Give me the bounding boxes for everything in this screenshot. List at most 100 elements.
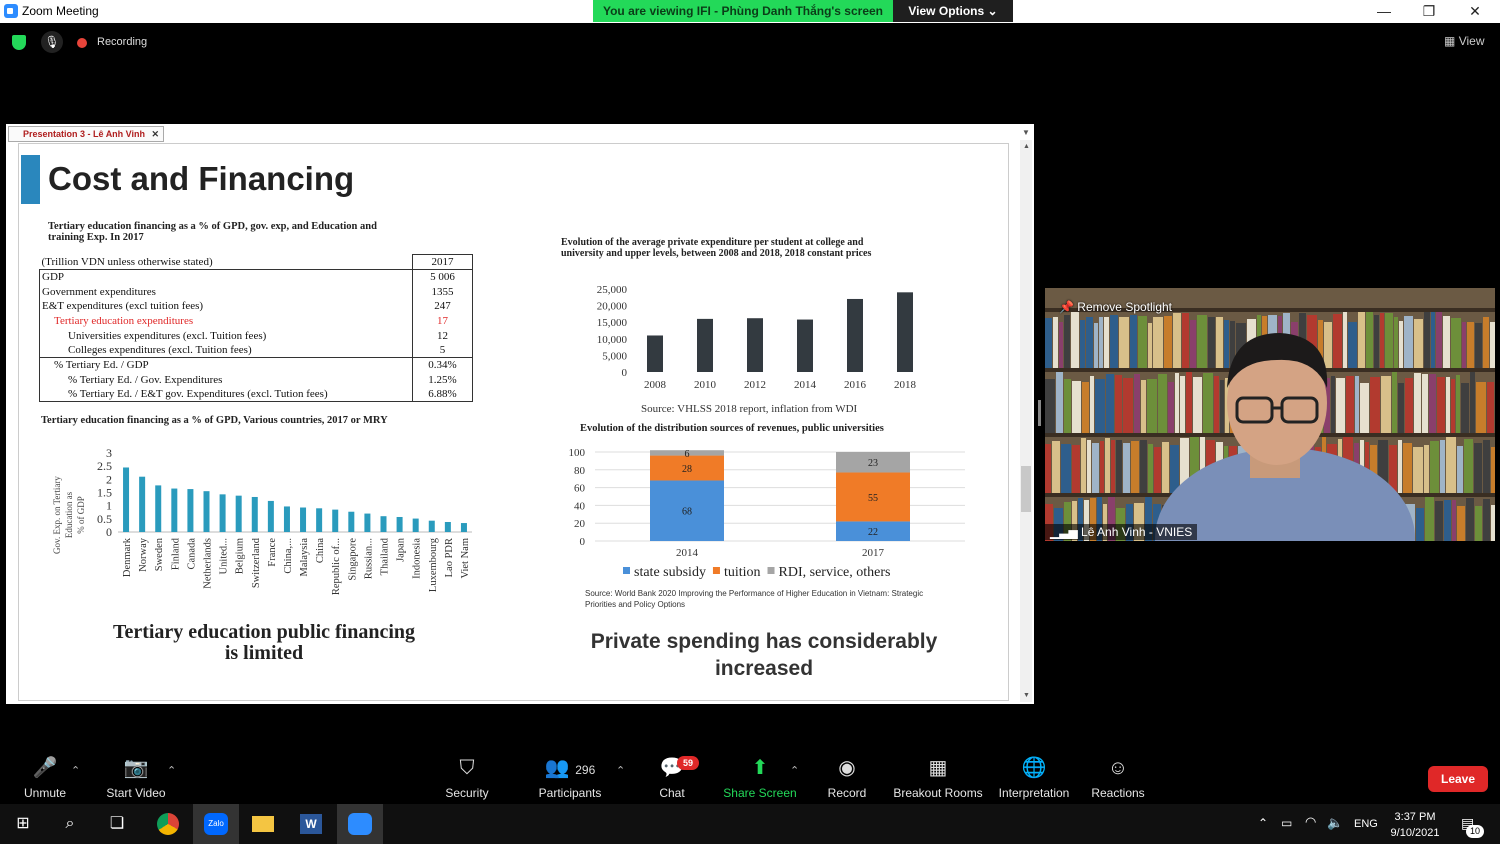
right-caption: Private spending has considerably increa… [560, 628, 968, 682]
word-icon[interactable]: W [288, 804, 334, 844]
book-spine [1385, 313, 1393, 368]
book-spine [1106, 374, 1114, 433]
spotlight-video[interactable]: 📌 Remove Spotlight ▁▃▅ Lê Anh Vinh - VNI… [1045, 288, 1495, 541]
book-spine [1168, 382, 1174, 433]
book-spine [1190, 320, 1196, 368]
bar [171, 488, 178, 532]
share-screen-label: Share Screen [723, 786, 797, 800]
book-spine [1456, 375, 1460, 433]
x-tick-label: 2016 [844, 379, 867, 391]
left-caption: Tertiary education public financing is l… [60, 622, 468, 664]
book-spine [1461, 383, 1469, 433]
y-tick-label: 40 [574, 500, 586, 512]
bar [747, 318, 763, 372]
bar [428, 520, 435, 532]
x-tick-label: Singapore [347, 538, 358, 581]
book-spine [1346, 376, 1354, 433]
pin-icon: 📌 [1059, 300, 1074, 314]
book-spine [1470, 372, 1475, 433]
book-spine [1111, 440, 1115, 493]
leave-button[interactable]: Leave [1428, 766, 1488, 792]
zalo-icon[interactable]: Zalo [193, 804, 239, 844]
y-tick-label: 0 [622, 367, 628, 379]
participants-button[interactable]: 👥 296 Participants [536, 756, 604, 800]
tray-chevron-icon[interactable]: ⌃ [1258, 816, 1268, 830]
book-spine [1425, 497, 1434, 541]
system-clock[interactable]: 3:37 PM 9/10/2021 [1385, 809, 1445, 841]
book-spine [1404, 316, 1413, 368]
book-spine [1446, 437, 1456, 493]
x-tick-label: Lao PDR [444, 538, 455, 577]
share-options-caret-icon[interactable]: ⌃ [790, 764, 799, 777]
book-spine [1180, 376, 1185, 433]
zoom-taskbar-icon[interactable] [337, 804, 383, 844]
remove-spotlight-button[interactable]: 📌 Remove Spotlight [1059, 300, 1172, 314]
y-tick-label: 0.5 [97, 512, 112, 526]
search-icon[interactable]: ⌕ [47, 804, 93, 844]
book-spine [1072, 445, 1080, 493]
interpretation-button[interactable]: 🌐 Interpretation [994, 756, 1074, 800]
reactions-button[interactable]: ☺ Reactions [1090, 756, 1146, 800]
people-glyph: 👥 [544, 757, 570, 779]
security-button[interactable]: ⛉ Security [441, 756, 493, 800]
video-options-caret-icon[interactable]: ⌃ [167, 764, 176, 777]
notification-count: 10 [1466, 825, 1484, 838]
data-label: 28 [682, 464, 692, 475]
breakout-rooms-button[interactable]: ▦ Breakout Rooms [892, 756, 984, 800]
unmute-button[interactable]: 🎤 Unmute [18, 756, 72, 800]
data-label: 23 [868, 458, 878, 469]
task-view-icon[interactable]: ❏ [94, 804, 140, 844]
book-spine [1333, 314, 1342, 368]
book-spine [1123, 378, 1133, 433]
book-spine [1141, 380, 1146, 433]
chrome-icon[interactable] [145, 804, 191, 844]
book-spine [1429, 374, 1436, 433]
book-spine [1430, 441, 1439, 493]
bar [300, 507, 307, 532]
start-video-button[interactable]: 📷 Start Video [102, 756, 170, 800]
book-spine [1451, 379, 1455, 433]
clock-time: 3:37 PM [1394, 811, 1436, 823]
book-spine [1457, 506, 1465, 541]
bar [203, 491, 210, 532]
chat-unread-badge: 59 [677, 756, 699, 770]
mic-muted-icon: 🎤 [32, 757, 58, 779]
book-spine [1399, 321, 1403, 368]
book-spine [1398, 383, 1404, 433]
x-tick-label: Malaysia [299, 538, 310, 577]
battery-icon[interactable]: ▭ [1281, 816, 1292, 830]
book-spine [1216, 317, 1223, 368]
book-spine [1490, 322, 1495, 368]
y-axis-label: Gov. Exp. on Tertiary [52, 476, 62, 554]
book-spine [1324, 322, 1332, 368]
windows-start-icon[interactable]: ⊞ [0, 804, 46, 844]
file-explorer-icon[interactable] [240, 804, 286, 844]
remove-spotlight-label: Remove Spotlight [1077, 300, 1173, 314]
input-language[interactable]: ENG [1354, 818, 1378, 830]
book-spine [1451, 318, 1461, 368]
bar [348, 511, 355, 532]
resize-handle[interactable] [1038, 400, 1041, 426]
book-spine [1086, 317, 1093, 368]
x-tick-label: China,... [283, 538, 294, 574]
book-spine [1197, 315, 1207, 368]
book-spine [1475, 323, 1482, 368]
book-spine [1355, 376, 1359, 433]
private-chart-title: Evolution of the average private expendi… [561, 237, 871, 259]
x-tick-label: Russian... [363, 538, 374, 579]
audio-options-caret-icon[interactable]: ⌃ [71, 764, 80, 777]
volume-icon[interactable]: 🔈 [1327, 815, 1343, 831]
bar [396, 516, 403, 532]
record-button[interactable]: ◉ Record [824, 756, 870, 800]
book-spine [1082, 382, 1089, 433]
chat-label: Chat [659, 786, 685, 800]
wifi-icon[interactable]: ◠ [1305, 814, 1316, 830]
share-screen-icon: ⬆ [751, 757, 769, 779]
x-tick-label: 2014 [676, 547, 699, 559]
legend-label: RDI, service, others [779, 565, 891, 580]
share-screen-button[interactable]: ⬆ Share Screen [722, 756, 798, 800]
participants-caret-icon[interactable]: ⌃ [616, 764, 625, 777]
data-label: 6 [685, 449, 690, 460]
book-spine [1045, 379, 1055, 433]
book-spine [1134, 374, 1140, 433]
